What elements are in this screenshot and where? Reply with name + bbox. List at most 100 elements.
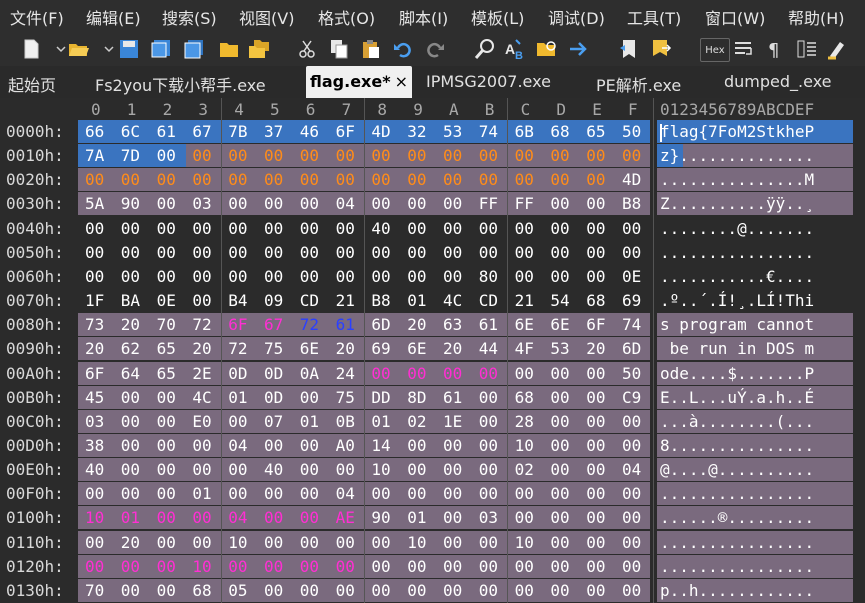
hex-byte[interactable]: 00 — [121, 219, 140, 238]
hex-byte[interactable]: 00 — [550, 557, 569, 576]
hex-byte[interactable]: 00 — [264, 219, 283, 238]
hex-byte[interactable]: 00 — [622, 557, 641, 576]
hex-byte[interactable]: 00 — [121, 243, 140, 262]
hex-byte[interactable]: 40 — [264, 460, 283, 479]
hex-byte[interactable]: 6E — [407, 339, 426, 358]
hex-byte[interactable]: 4F — [515, 339, 534, 358]
hex-byte[interactable]: 00 — [622, 146, 641, 165]
hex-byte[interactable]: 00 — [300, 219, 319, 238]
hex-byte[interactable]: 00 — [300, 194, 319, 213]
hex-byte[interactable]: 00 — [443, 364, 462, 383]
ascii-text[interactable]: s program cannot — [660, 315, 814, 334]
hex-byte[interactable]: 00 — [85, 484, 104, 503]
hex-byte[interactable]: 10 — [85, 508, 104, 527]
hex-byte[interactable]: 7B — [228, 122, 247, 141]
hex-byte[interactable]: 02 — [407, 412, 426, 431]
ascii-text[interactable]: ...............M — [660, 170, 814, 189]
hex-byte[interactable]: 00 — [336, 219, 355, 238]
hex-byte[interactable]: 61 — [336, 315, 355, 334]
hex-byte[interactable]: 53 — [443, 122, 462, 141]
hex-byte[interactable]: 00 — [192, 436, 211, 455]
hex-byte[interactable]: 80 — [479, 267, 498, 286]
hex-byte[interactable]: 00 — [264, 533, 283, 552]
hex-byte[interactable]: 00 — [550, 412, 569, 431]
hex-byte[interactable]: 00 — [300, 436, 319, 455]
menu-item[interactable]: 格式(O) — [318, 5, 375, 29]
hex-byte[interactable]: 90 — [121, 194, 140, 213]
save-all-icon[interactable] — [183, 38, 205, 60]
hex-byte[interactable]: 00 — [586, 557, 605, 576]
hex-byte[interactable]: 6F — [85, 364, 104, 383]
hex-byte[interactable]: 61 — [443, 388, 462, 407]
hex-byte[interactable]: 00 — [443, 533, 462, 552]
hex-byte[interactable]: 72 — [300, 315, 319, 334]
ascii-text[interactable]: ................ — [660, 557, 814, 576]
hex-byte[interactable]: 00 — [443, 508, 462, 527]
hex-byte[interactable]: 00 — [479, 170, 498, 189]
hex-byte[interactable]: 75 — [264, 339, 283, 358]
hex-byte[interactable]: 00 — [336, 170, 355, 189]
hex-byte[interactable]: 00 — [85, 170, 104, 189]
replace-icon[interactable]: AB — [504, 38, 526, 60]
hex-byte[interactable]: 00 — [550, 533, 569, 552]
hex-byte[interactable]: E0 — [192, 412, 211, 431]
hex-byte[interactable]: 00 — [407, 484, 426, 503]
hex-byte[interactable]: 00 — [479, 364, 498, 383]
hex-byte[interactable]: 00 — [157, 243, 176, 262]
hex-editor-grid[interactable]: 0000h: 66 6C 61 67 7B 37 46 6F 4D 32 53 74 6B 68 65 50 fl… — [0, 120, 865, 603]
hex-byte[interactable]: 00 — [371, 243, 390, 262]
hex-byte[interactable]: 00 — [550, 194, 569, 213]
paste-icon[interactable] — [360, 38, 382, 60]
bookmark-icon[interactable] — [618, 38, 640, 60]
hex-byte[interactable]: 00 — [586, 243, 605, 262]
hex-byte[interactable]: 00 — [300, 581, 319, 600]
hex-byte[interactable]: 00 — [550, 170, 569, 189]
hex-byte[interactable]: 44 — [479, 339, 498, 358]
hex-byte[interactable]: 00 — [515, 508, 534, 527]
hex-byte[interactable]: A0 — [336, 436, 355, 455]
menu-item[interactable]: 调试(D) — [548, 5, 605, 29]
hex-byte[interactable]: 00 — [586, 436, 605, 455]
hex-byte[interactable]: 00 — [443, 436, 462, 455]
hex-byte[interactable]: 21 — [336, 291, 355, 310]
hex-byte[interactable]: 62 — [121, 339, 140, 358]
hex-byte[interactable]: 32 — [407, 122, 426, 141]
hex-byte[interactable]: 69 — [622, 291, 641, 310]
hex-byte[interactable]: 00 — [586, 508, 605, 527]
hex-byte[interactable]: CD — [300, 291, 319, 310]
hex-byte[interactable]: 64 — [121, 364, 140, 383]
hex-byte[interactable]: 74 — [622, 315, 641, 334]
hex-byte[interactable]: 7A — [85, 146, 104, 165]
new-file-icon[interactable] — [20, 38, 42, 60]
ascii-text[interactable]: be run in DOS m — [660, 339, 815, 358]
highlight-icon[interactable] — [826, 38, 848, 60]
hex-byte[interactable]: 00 — [407, 581, 426, 600]
hex-byte[interactable]: 00 — [192, 533, 211, 552]
hex-byte[interactable]: 68 — [515, 388, 534, 407]
hex-byte[interactable]: 10 — [515, 533, 534, 552]
hex-byte[interactable]: 68 — [586, 291, 605, 310]
hex-byte[interactable]: 00 — [264, 581, 283, 600]
hex-byte[interactable]: 4D — [371, 122, 390, 141]
hex-byte[interactable]: 01 — [407, 291, 426, 310]
hex-byte[interactable]: 20 — [407, 315, 426, 334]
hex-byte[interactable]: 04 — [228, 508, 247, 527]
hex-byte[interactable]: 00 — [622, 219, 641, 238]
hex-byte[interactable]: CD — [479, 291, 498, 310]
hex-byte[interactable]: 04 — [336, 484, 355, 503]
hex-byte[interactable]: 00 — [121, 170, 140, 189]
hex-byte[interactable]: 00 — [85, 219, 104, 238]
hex-byte[interactable]: 00 — [586, 364, 605, 383]
hex-byte[interactable]: 1E — [443, 412, 462, 431]
ascii-text[interactable]: 8............... — [660, 436, 814, 455]
hex-byte[interactable]: 6F — [336, 122, 355, 141]
hex-byte[interactable]: 10 — [407, 533, 426, 552]
hex-byte[interactable]: 1F — [85, 291, 104, 310]
ascii-text[interactable]: Z..........ÿÿ..¸ — [660, 194, 814, 213]
hex-byte[interactable]: 00 — [300, 243, 319, 262]
hex-byte[interactable]: 00 — [515, 557, 534, 576]
hex-byte[interactable]: 00 — [336, 267, 355, 286]
hex-byte[interactable]: 00 — [550, 364, 569, 383]
hex-byte[interactable]: 00 — [586, 194, 605, 213]
hex-byte[interactable]: 00 — [586, 388, 605, 407]
